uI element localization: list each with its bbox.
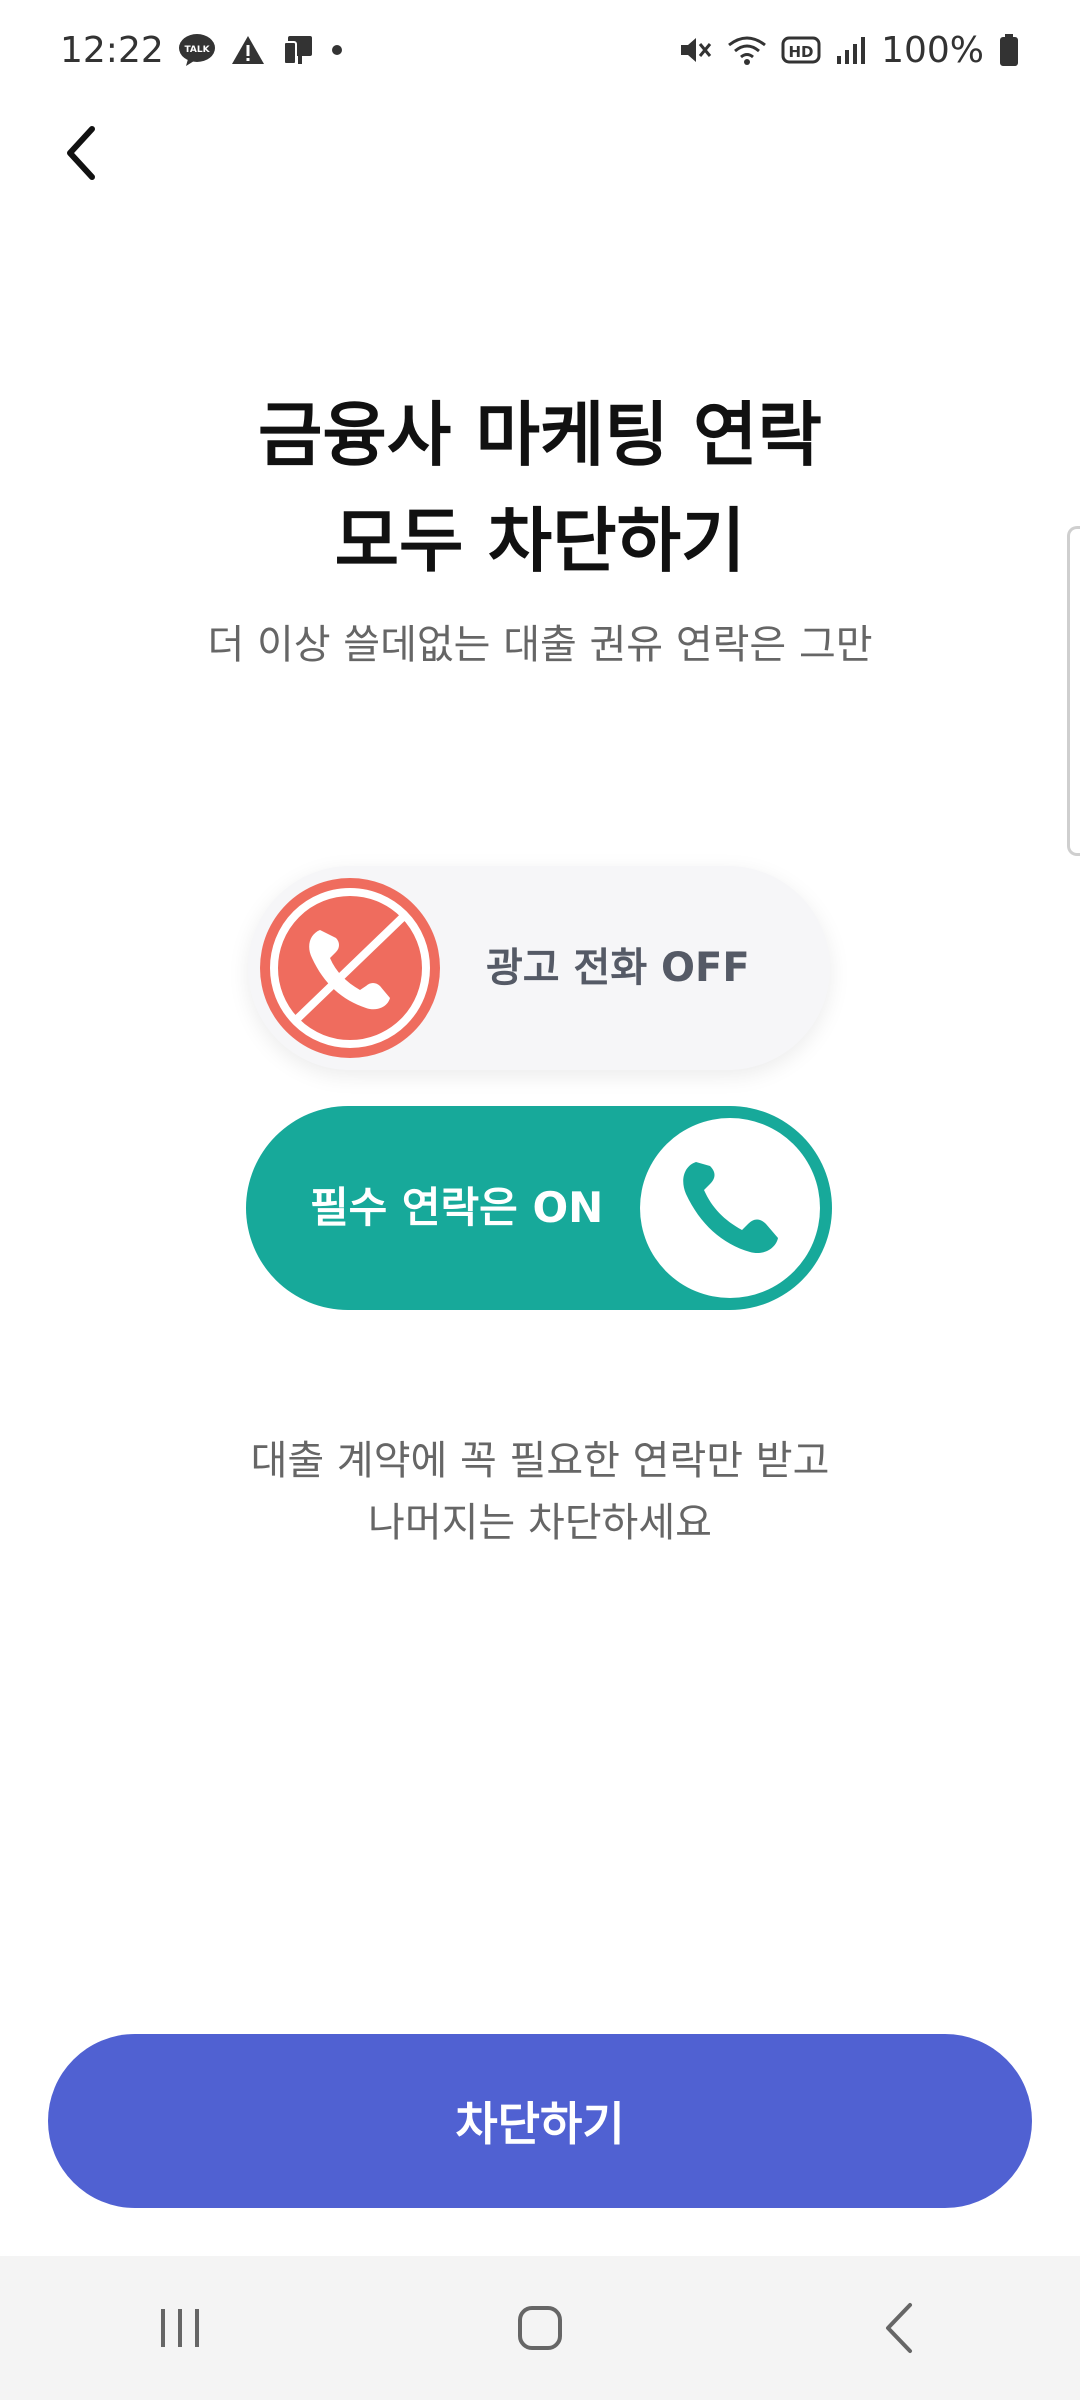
device-icon [280, 32, 316, 68]
battery-percent: 100% [881, 29, 984, 71]
block-button[interactable]: 차단하기 [48, 2034, 1032, 2208]
kakaotalk-icon: TALK [178, 33, 216, 67]
status-bar-right: HD 100% [677, 30, 1020, 71]
svg-text:TALK: TALK [184, 45, 210, 55]
hd-icon: HD [781, 34, 821, 66]
recent-apps-icon [161, 2309, 199, 2347]
description-line-2: 나머지는 차단하세요 [368, 1500, 712, 1546]
ad-call-off-illustration: 광고 전화 OFF [248, 866, 830, 1070]
description: 대출 계약에 꼭 필요한 연락만 받고 나머지는 차단하세요 [0, 1430, 1080, 1554]
svg-text:HD: HD [789, 43, 814, 61]
wifi-icon [727, 33, 767, 67]
home-icon [518, 2306, 562, 2350]
clock: 12:22 [60, 29, 164, 71]
signal-icon [835, 34, 867, 66]
page-subtitle: 더 이상 쓸데없는 대출 권유 연락은 그만 [207, 622, 873, 668]
description-line-1: 대출 계약에 꼭 필요한 연락만 받고 [250, 1438, 830, 1484]
recent-apps-button[interactable] [120, 2278, 240, 2378]
required-contact-on-label: 필수 연락은 ON [310, 1183, 604, 1232]
title-line-1: 금융사 마케팅 연락 [258, 394, 822, 476]
home-button[interactable] [480, 2278, 600, 2378]
phone-icon [640, 1118, 820, 1298]
status-bar-left: 12:22 TALK [60, 30, 344, 71]
page-title: 금융사 마케팅 연락 모두 차단하기 [0, 382, 1080, 594]
title-line-2: 모두 차단하기 [334, 500, 746, 582]
mute-icon [677, 33, 713, 67]
edge-panel-handle[interactable] [1067, 526, 1080, 856]
status-bar: 12:22 TALK HD 100% [0, 0, 1080, 100]
chevron-left-icon [67, 126, 95, 180]
required-contact-on-illustration: 필수 연락은 ON [246, 1106, 832, 1310]
phone-blocked-icon [260, 878, 440, 1058]
battery-icon [998, 33, 1020, 67]
warning-icon [230, 34, 266, 66]
back-icon [886, 2303, 912, 2353]
dot-icon [330, 43, 344, 57]
back-button[interactable] [52, 118, 112, 188]
system-nav-bar [0, 2256, 1080, 2400]
ad-call-off-label: 광고 전화 OFF [486, 945, 750, 991]
system-back-button[interactable] [840, 2278, 960, 2378]
